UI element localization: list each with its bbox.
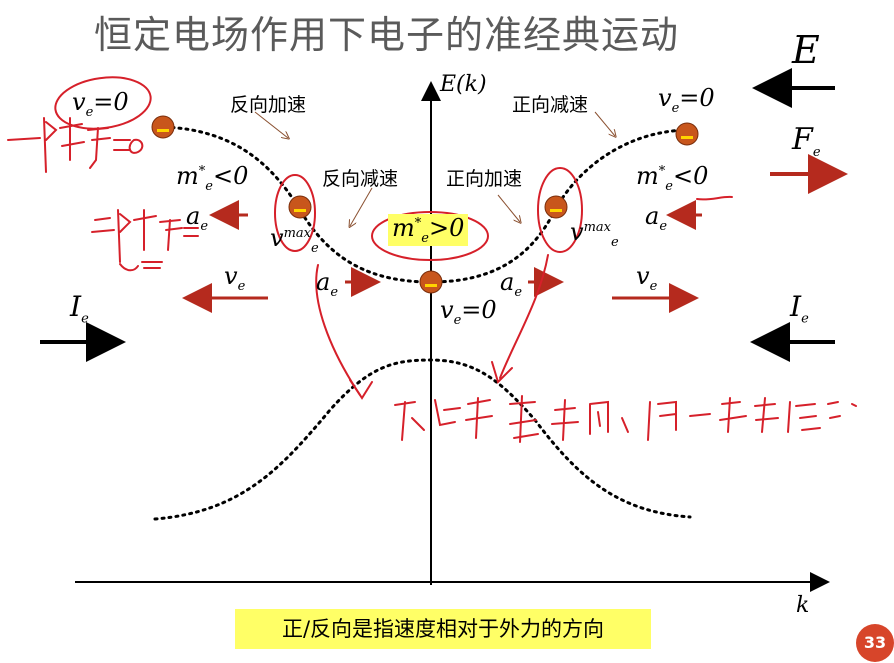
label-accel-center-left: ae [316, 268, 339, 300]
eq-mass-neg-left: m*e<0 [176, 162, 249, 194]
eq-ve-zero-right: ve=0 [658, 84, 715, 116]
electron-mid-right [544, 195, 568, 219]
label-force: Fe [792, 122, 821, 160]
footer-banner: 正/反向是指速度相对于外力的方向 [235, 609, 651, 649]
pointer-reverse-decel [350, 187, 373, 226]
label-velocity-left: ve [224, 262, 246, 294]
lower-band-curve [153, 358, 692, 521]
label-current-left: Ie [70, 290, 89, 327]
label-accel-right: ae [645, 202, 668, 234]
electron-top-right [675, 122, 699, 146]
electron-bottom [419, 270, 443, 294]
label-reverse-accel: 反向加速 [230, 94, 307, 116]
eq-ve-zero-bottom: ve=0 [440, 296, 497, 328]
pointer-forward-decel [594, 111, 615, 136]
eq-mass-neg-right: m*e<0 [636, 162, 709, 194]
label-reverse-decel: 反向减速 [322, 168, 399, 190]
page-number-badge: 33 [856, 624, 894, 662]
eq-mass-pos-center: m*e>0 [388, 214, 469, 246]
label-vmax-right: vmaxe [570, 218, 619, 250]
label-accel-center-right: ae [500, 268, 523, 300]
label-current-right: Ie [790, 290, 809, 327]
label-forward-accel: 正向加速 [446, 168, 523, 190]
y-axis-label: E(k) [440, 72, 487, 97]
eq-ve-zero-left: ve=0 [72, 88, 129, 120]
upper-band-curve [163, 125, 692, 284]
label-velocity-right: ve [636, 262, 658, 294]
electron-top-left [151, 115, 175, 139]
x-axis-label: k [796, 593, 810, 618]
label-accel-left: ae [186, 202, 209, 234]
label-vmax-left: vmaxe [270, 224, 319, 256]
pointer-forward-accel [497, 194, 520, 222]
label-forward-decel: 正向减速 [512, 94, 589, 116]
band-diagram [7, 68, 857, 592]
electron-mid-left [288, 195, 312, 219]
